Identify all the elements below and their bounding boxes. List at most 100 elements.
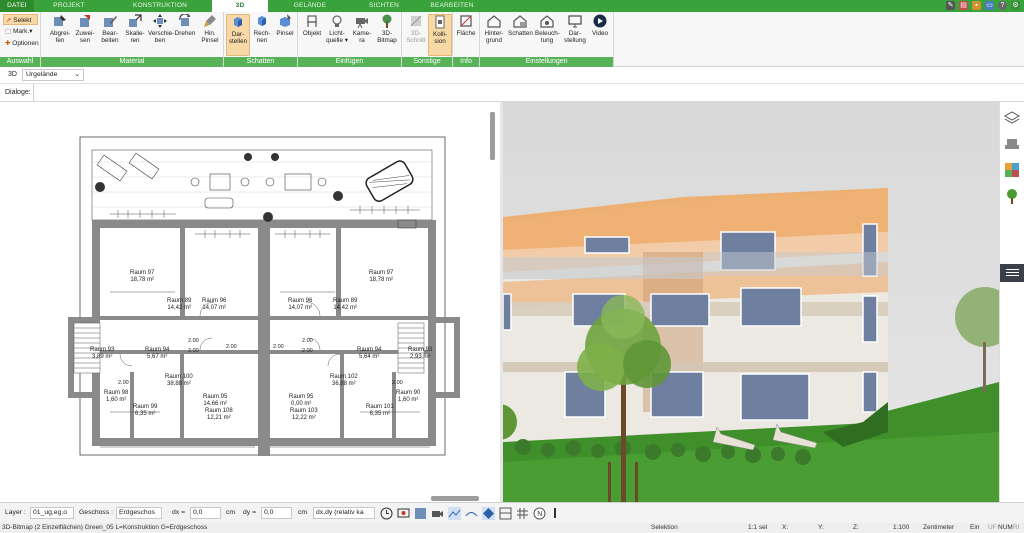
hatch-icon[interactable]: [499, 507, 512, 520]
group-schatten: Dar- stellen Rech- nen Pinsel Schatten: [224, 12, 298, 67]
room-label[interactable]: Raum 108 12,21 m²: [205, 408, 233, 422]
kollision-button[interactable]: Kolli- sion: [428, 14, 452, 56]
group-label-info: Info: [453, 57, 479, 67]
tab-datei[interactable]: DATEI: [0, 0, 34, 12]
abgreifen-button[interactable]: Abgrei- fen: [48, 14, 72, 56]
plan-horizontal-scrollbar[interactable]: [431, 496, 479, 501]
room-label[interactable]: Raum 101 6,35 m²: [366, 404, 394, 418]
room-label[interactable]: Raum 89 14,42 m²: [333, 298, 357, 312]
layers-icon[interactable]: [1004, 110, 1020, 126]
room-label[interactable]: Raum 100 38,88 m²: [165, 374, 193, 388]
snap-line-icon[interactable]: [448, 507, 461, 520]
beleuchtung-button[interactable]: Beleuch- tung: [535, 14, 560, 56]
mark-icon: ⬚: [5, 28, 12, 35]
room-label[interactable]: Raum 96 14,07 m²: [202, 298, 226, 312]
tree-icon[interactable]: [1004, 188, 1020, 204]
kamera-button[interactable]: Kame- ra: [350, 14, 374, 56]
floor-plan-view[interactable]: Raum 97 18,78 m² Raum 96 14,07 m² Raum 96 1…: [0, 102, 500, 502]
flaeche-button[interactable]: Fläche: [454, 14, 478, 56]
hintergrund-button[interactable]: Hinter- grund: [482, 14, 506, 56]
room-label[interactable]: Raum 102 36,88 m²: [330, 374, 358, 388]
room-label[interactable]: Raum 93 3,89 m²: [90, 347, 114, 361]
collision-icon: [435, 15, 445, 29]
room-label[interactable]: Raum 99 6,35 m²: [133, 404, 157, 418]
room-label[interactable]: Raum 95 0,00 m²: [289, 394, 313, 408]
settings-icon[interactable]: ⚙: [1011, 1, 1020, 10]
room-label[interactable]: Raum 89 14,42 m²: [167, 298, 191, 312]
layer-dropdown[interactable]: 01_ug,eg,o: [30, 507, 74, 519]
camera-view-icon[interactable]: [431, 507, 444, 520]
monitor-icon[interactable]: ▭: [985, 1, 994, 10]
verschieben-button[interactable]: Verschie- ben: [148, 14, 174, 56]
tab-sichten[interactable]: SICHTEN: [356, 0, 412, 12]
snap-curve-icon[interactable]: [465, 507, 478, 520]
snap-grid-icon[interactable]: [482, 507, 495, 520]
terrain-dropdown[interactable]: Urgelände ⌄: [22, 69, 84, 81]
rechnen-button[interactable]: Rech- nen: [250, 14, 274, 56]
help-icon[interactable]: ?: [998, 1, 1007, 10]
3d-schnitt-button[interactable]: 3D- Schnitt: [404, 14, 428, 56]
tab-gelaende[interactable]: GELÄNDE: [280, 0, 340, 12]
north-arrow-icon[interactable]: N: [533, 507, 546, 520]
3d-view[interactable]: [503, 102, 999, 502]
room-label[interactable]: Raum 95 14,66 m²: [203, 394, 227, 408]
rotate-icon: [179, 14, 190, 26]
mark-button[interactable]: ⬚ Mark.▾: [3, 26, 32, 37]
dx-input[interactable]: 0,0: [190, 507, 221, 519]
material-palette-icon[interactable]: [1004, 162, 1020, 178]
skalieren-button[interactable]: Skalie- ren: [123, 14, 147, 56]
darstellen-button[interactable]: Dar- stellen: [226, 14, 250, 56]
room-label[interactable]: Raum 97 18,78 m²: [369, 270, 393, 284]
area-icon: [460, 15, 472, 27]
house-light-icon: [540, 15, 554, 28]
bottom-toolbar: Layer : 01_ug,eg,o Geschoss : Erdgeschos…: [0, 502, 1024, 523]
dy-input[interactable]: 0,0: [261, 507, 292, 519]
room-label[interactable]: Raum 103 12,22 m²: [290, 408, 318, 422]
geschoss-dropdown[interactable]: Erdgeschos: [116, 507, 162, 519]
clock-icon[interactable]: [380, 507, 393, 520]
bearbeiten-button[interactable]: Bear- beiten: [98, 14, 122, 56]
pencil-icon[interactable]: ✎: [946, 1, 955, 10]
plan-vertical-scrollbar[interactable]: [490, 112, 495, 160]
plus-icon: ✚: [5, 40, 11, 47]
pinsel-button[interactable]: Pinsel: [273, 14, 297, 56]
ribbon: ➚ Selekt ⬚ Mark.▾ ✚ Optionen Auswahl Abg…: [0, 12, 1024, 67]
darstellung-button[interactable]: Dar- stellung: [563, 14, 587, 56]
room-label[interactable]: Raum 96 14,07 m²: [288, 298, 312, 312]
armchair-icon[interactable]: [1004, 136, 1020, 152]
save-icon[interactable]: ▪: [972, 1, 981, 10]
lichtquelle-button[interactable]: Licht- quelle ▾: [325, 14, 349, 56]
room-label[interactable]: Raum 94 5,67 m²: [145, 347, 169, 361]
dimension-label: 2.00: [392, 380, 403, 386]
schatten-settings-button[interactable]: Schatten: [508, 14, 533, 56]
shadow-display-icon: [234, 17, 242, 27]
status-ri: RI: [1013, 524, 1020, 531]
video-button[interactable]: Video: [588, 14, 612, 56]
group-auswahl: ➚ Selekt ⬚ Mark.▾ ✚ Optionen Auswahl: [0, 12, 41, 67]
objekt-button[interactable]: Objekt: [300, 14, 324, 56]
room-label[interactable]: Raum 90 1,60 m²: [396, 390, 420, 404]
room-label[interactable]: Raum 98 1,60 m²: [104, 390, 128, 404]
tab-konstruktion[interactable]: KONSTRUKTION: [120, 0, 200, 12]
status-sel-count: 1:1 sel: [748, 524, 768, 531]
room-label[interactable]: Raum 97 18,78 m²: [130, 270, 154, 284]
optionen-button[interactable]: ✚ Optionen: [3, 38, 39, 49]
room-label[interactable]: Raum 93 2,93 m²: [408, 347, 432, 361]
group-label-material: Material: [41, 57, 223, 67]
tab-projekt[interactable]: PROJEKT: [38, 0, 100, 12]
room-label[interactable]: Raum 94 5,64 m²: [357, 347, 381, 361]
record-icon[interactable]: [397, 507, 410, 520]
coordinate-mode-dropdown[interactable]: dx,dy (relativ ka: [313, 507, 375, 519]
grid-icon[interactable]: [516, 507, 529, 520]
tab-bearbeiten[interactable]: BEARBEITEN: [420, 0, 484, 12]
drehen-button[interactable]: Drehen: [173, 14, 197, 56]
panel-toggle-button[interactable]: [1000, 264, 1024, 282]
brush-icon: [204, 15, 216, 27]
zuweisen-button[interactable]: Zuwei- sen: [73, 14, 97, 56]
selekt-button[interactable]: ➚ Selekt: [3, 14, 38, 25]
clipboard-icon[interactable]: ▤: [959, 1, 968, 10]
dx-label: dx =: [172, 509, 186, 516]
layer-view-icon[interactable]: [414, 507, 427, 520]
hin-pinsel-button[interactable]: Hin. Pinsel: [198, 14, 222, 56]
3d-bitmap-button[interactable]: 3D- Bitmap: [375, 14, 399, 56]
